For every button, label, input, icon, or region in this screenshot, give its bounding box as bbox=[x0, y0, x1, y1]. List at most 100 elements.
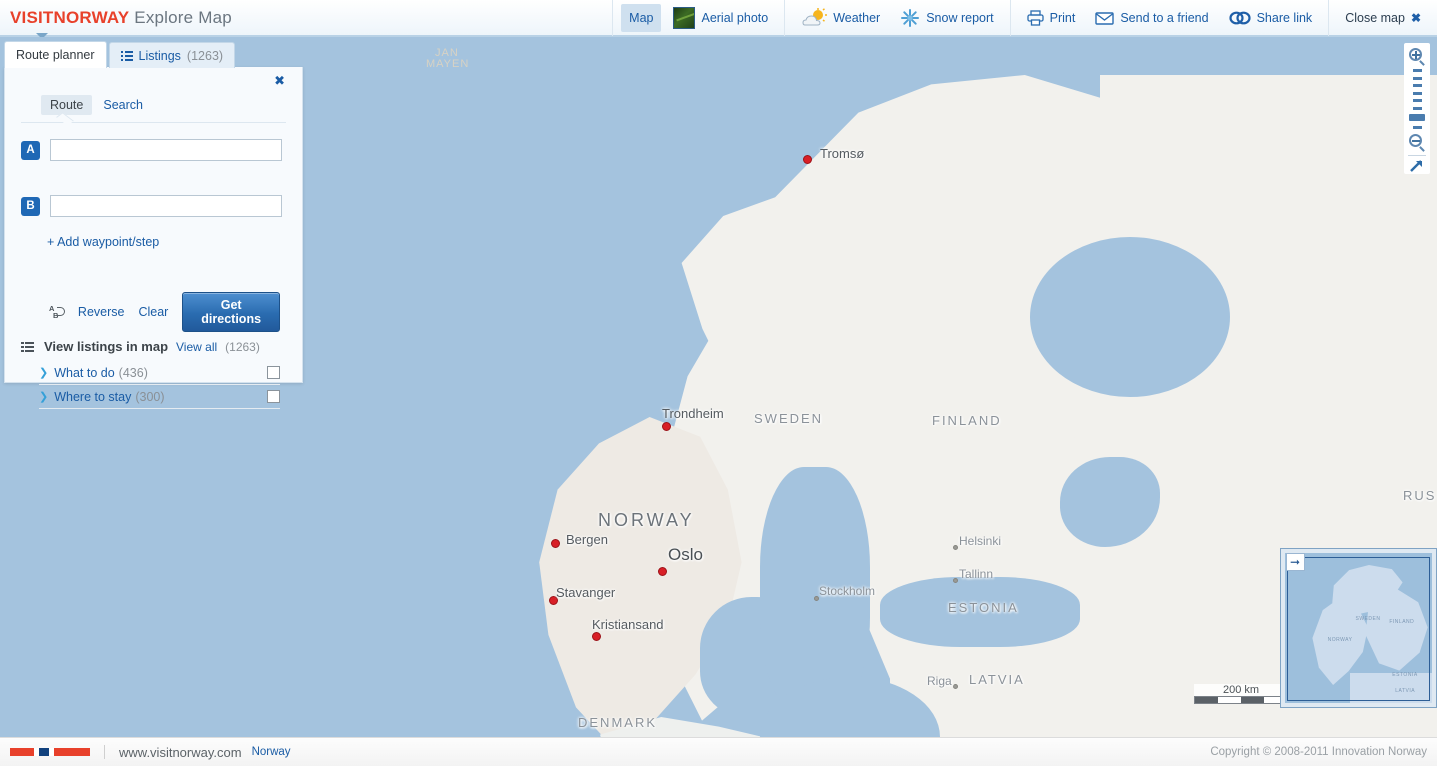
map-scale-bar: 200 km bbox=[1194, 684, 1288, 704]
overlay-weather-label: Weather bbox=[833, 11, 881, 25]
share-link-label: Share link bbox=[1256, 11, 1313, 25]
minimap-overview[interactable]: NORWAY SWEDEN FINLAND ESTONIA LATVIA ➞ bbox=[1280, 548, 1437, 708]
city-marker-trondheim[interactable] bbox=[662, 422, 671, 431]
zoom-control[interactable] bbox=[1404, 43, 1430, 174]
minimap-inner: NORWAY SWEDEN FINLAND ESTONIA LATVIA bbox=[1285, 553, 1432, 703]
layer-aerial-label: Aerial photo bbox=[701, 11, 769, 25]
chevron-right-icon[interactable]: ❯ bbox=[39, 390, 48, 403]
waypoint-row-b: B bbox=[21, 195, 282, 217]
city-label-helsinki: Helsinki bbox=[959, 534, 1002, 548]
city-marker-kristiansand[interactable] bbox=[592, 632, 601, 641]
minimap-viewport-rect[interactable] bbox=[1287, 557, 1430, 701]
scale-segments bbox=[1194, 696, 1288, 704]
reverse-icon: AB bbox=[49, 304, 65, 320]
country-label-russia: RUSSIA bbox=[1403, 488, 1437, 503]
category-where-to-stay-label[interactable]: Where to stay bbox=[54, 390, 131, 404]
overlay-weather-button[interactable]: Weather bbox=[793, 4, 888, 32]
city-label-oslo: Oslo bbox=[668, 545, 703, 564]
category-row: ❯ Where to stay (300) bbox=[39, 385, 280, 409]
action-group: Print Send to a friend Share link bbox=[1011, 0, 1329, 36]
minimap-collapse-arrow-icon[interactable]: ➞ bbox=[1286, 553, 1305, 571]
listing-category-list: ❯ What to do (436) ❯ Where to stay (300) bbox=[39, 361, 280, 409]
zoom-slider-tick[interactable] bbox=[1412, 91, 1422, 95]
zoom-slider-tick[interactable] bbox=[1412, 106, 1422, 110]
brand-name: VISITNORWAY bbox=[10, 8, 130, 27]
city-marker-riga[interactable] bbox=[952, 683, 958, 689]
zoom-out-magnifier-icon[interactable] bbox=[1407, 132, 1427, 152]
add-waypoint-link[interactable]: + Add waypoint/step bbox=[47, 235, 159, 249]
share-link-button[interactable]: Share link bbox=[1221, 4, 1321, 32]
category-row: ❯ What to do (436) bbox=[39, 361, 280, 385]
map-toolbar: Map Aerial photo Weather Snow report Pri… bbox=[612, 0, 1437, 737]
zoom-slider-tick[interactable] bbox=[1412, 99, 1422, 103]
chevron-right-icon[interactable]: ❯ bbox=[39, 366, 48, 379]
footer-site-url: www.visitnorway.com bbox=[119, 744, 242, 760]
city-label-tromso: Tromsø bbox=[820, 146, 865, 161]
city-marker-helsinki[interactable] bbox=[952, 544, 958, 550]
close-map-button[interactable]: Close map ✖ bbox=[1337, 4, 1429, 32]
print-label: Print bbox=[1049, 11, 1076, 25]
weather-sun-cloud-icon bbox=[801, 8, 828, 28]
view-listings-title: View listings in map bbox=[44, 339, 169, 354]
city-label-stavanger: Stavanger bbox=[556, 585, 616, 600]
layer-map-button[interactable]: Map bbox=[612, 4, 1437, 737]
footer-country-link[interactable]: Norway bbox=[252, 746, 291, 758]
reverse-button[interactable]: Reverse bbox=[78, 305, 125, 319]
overlay-snow-label: Snow report bbox=[926, 11, 994, 25]
close-x-icon: ✖ bbox=[1410, 11, 1421, 25]
app-header: VISITNORWAY Explore Map Map Aerial photo bbox=[0, 0, 1437, 737]
get-directions-button[interactable]: Get directions bbox=[182, 292, 280, 332]
expand-fullscreen-icon[interactable] bbox=[1408, 158, 1426, 174]
layer-group: Map Aerial photo bbox=[612, 0, 1437, 737]
tab-route-planner[interactable]: Route planner bbox=[4, 41, 107, 68]
clear-button[interactable]: Clear bbox=[138, 305, 168, 319]
city-marker-oslo[interactable] bbox=[658, 567, 667, 576]
view-all-link[interactable]: View all bbox=[176, 340, 217, 354]
zoom-slider-track[interactable] bbox=[1409, 66, 1425, 132]
panel-tabs: Route planner Listings (1263) bbox=[4, 41, 237, 68]
close-map-label: Close map bbox=[1345, 11, 1405, 25]
city-marker-bergen[interactable] bbox=[551, 539, 560, 548]
zoom-slider-tick[interactable] bbox=[1412, 125, 1422, 129]
city-marker-stockholm[interactable] bbox=[813, 595, 819, 601]
app-footer: www.visitnorway.com Norway Copyright © 2… bbox=[0, 737, 1437, 766]
footer-divider bbox=[104, 745, 105, 759]
send-to-friend-button[interactable]: Send to a friend bbox=[1087, 4, 1216, 32]
view-all-count: (1263) bbox=[225, 340, 260, 354]
zoom-divider bbox=[1408, 155, 1426, 156]
zoom-in-magnifier-icon[interactable] bbox=[1407, 46, 1427, 66]
category-what-to-do-checkbox[interactable] bbox=[267, 366, 280, 379]
origin-input[interactable] bbox=[50, 139, 282, 161]
country-label-denmark: DENMARK bbox=[578, 715, 658, 730]
waypoint-row-a: A bbox=[21, 139, 282, 161]
send-to-friend-label: Send to a friend bbox=[1120, 11, 1209, 25]
category-where-to-stay-checkbox[interactable] bbox=[267, 390, 280, 403]
print-button[interactable]: Print bbox=[1019, 4, 1084, 32]
zoom-slider-tick[interactable] bbox=[1412, 76, 1422, 80]
zoom-slider-tick[interactable] bbox=[1412, 84, 1422, 88]
route-planner-panel: ✖ Route Search A + Add waypoint/step B A… bbox=[4, 67, 303, 409]
panel-close-icon[interactable]: ✖ bbox=[274, 73, 285, 89]
layer-aerial-button[interactable]: Aerial photo bbox=[665, 4, 776, 32]
subtab-search-label: Search bbox=[103, 98, 143, 112]
city-label-riga: Riga bbox=[927, 674, 952, 688]
overlay-snow-button[interactable]: Snow report bbox=[892, 4, 1001, 32]
subtab-route[interactable]: Route bbox=[41, 95, 93, 115]
waypoint-badge-b: B bbox=[21, 196, 40, 216]
subtab-search[interactable]: Search bbox=[94, 95, 152, 115]
country-label-estonia: ESTONIA bbox=[948, 600, 1019, 615]
explore-map-app: VISITNORWAY Explore Map Map Aerial photo bbox=[0, 0, 1437, 766]
city-marker-tromso[interactable] bbox=[803, 155, 812, 164]
layer-map-label: Map bbox=[629, 11, 654, 25]
zoom-slider-tick[interactable] bbox=[1412, 69, 1422, 72]
zoom-slider-handle[interactable] bbox=[1409, 114, 1425, 122]
tab-listings-label: Listings bbox=[138, 48, 181, 63]
destination-input[interactable] bbox=[50, 195, 282, 217]
category-what-to-do-label[interactable]: What to do bbox=[54, 366, 114, 380]
city-marker-tallinn[interactable] bbox=[952, 577, 958, 583]
panel-divider bbox=[21, 122, 286, 123]
snowflake-icon bbox=[900, 8, 920, 28]
city-label-bergen: Bergen bbox=[566, 532, 608, 547]
tab-listings[interactable]: Listings (1263) bbox=[108, 42, 236, 68]
view-listings-header: View listings in map View all (1263) bbox=[21, 339, 260, 354]
